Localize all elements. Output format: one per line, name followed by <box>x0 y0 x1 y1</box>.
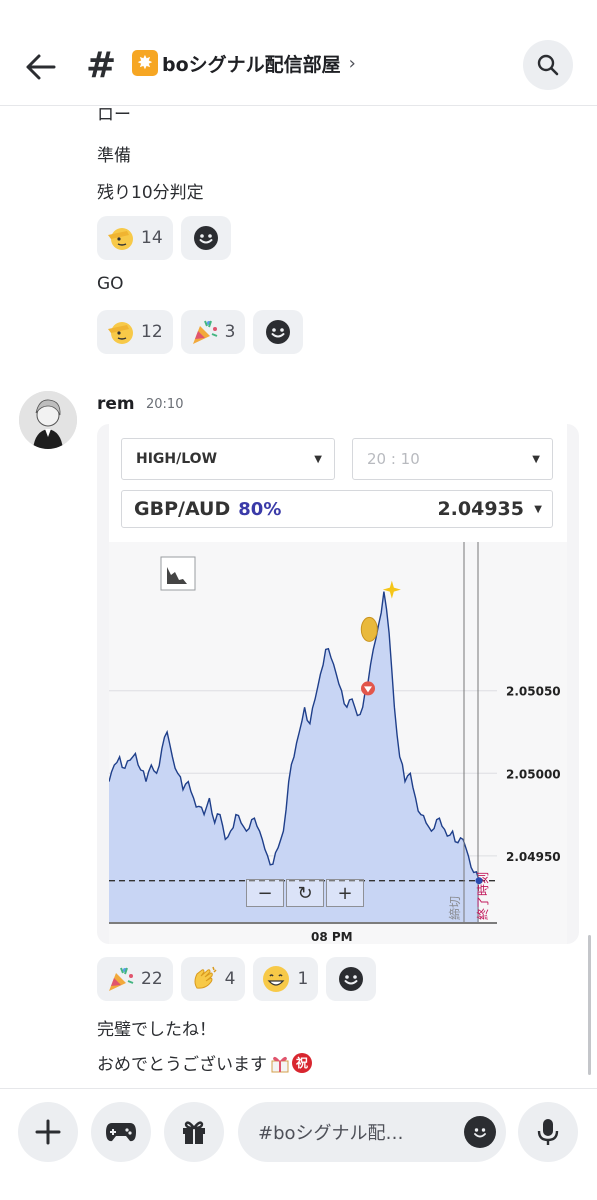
reaction-grin[interactable]: 1 <box>253 957 319 1001</box>
zoom-in-button: + <box>326 879 364 907</box>
message-line: 準備 <box>97 146 131 166</box>
message-input[interactable]: #boシグナル配… <box>238 1102 506 1162</box>
add-reaction-button[interactable] <box>180 216 231 260</box>
smiley-icon <box>339 967 364 991</box>
coin-icon <box>360 616 378 642</box>
close-time-label: 締切 <box>447 896 462 920</box>
smiley-icon <box>193 226 218 250</box>
reaction-clap[interactable]: 4 <box>180 957 246 1001</box>
saluting-face-icon <box>105 317 135 347</box>
gift-icon <box>183 1121 205 1144</box>
channel-name: boシグナル配信部屋 <box>162 53 341 76</box>
add-attachment-button[interactable] <box>18 1102 78 1162</box>
end-point-marker <box>475 877 483 885</box>
search-button[interactable] <box>523 40 573 90</box>
reaction-bar: 12 3 <box>97 310 304 354</box>
reaction-count: 4 <box>224 969 236 989</box>
smiley-icon <box>266 320 291 344</box>
reaction-bar: 22 4 1 <box>97 957 377 1001</box>
message-input-placeholder: #boシグナル配… <box>258 1123 404 1144</box>
party-popper-icon <box>189 317 219 347</box>
clapping-hands-icon <box>189 964 219 994</box>
reaction-bar: 14 <box>97 216 231 260</box>
y-tick-label: 2.05000 <box>506 767 561 781</box>
message-line: 完璧でしたね！ <box>97 1020 216 1040</box>
plus-icon <box>35 1119 61 1145</box>
grinning-face-icon <box>261 964 291 994</box>
reaction-party[interactable]: 22 <box>97 957 173 1001</box>
trade-screenshot: HIGH/LOW ▼ 20 : 10 ▼ GBP/AUD 80% 2.04935… <box>109 424 567 944</box>
channel-header: # ✸ boシグナル配信部屋 › <box>0 0 597 106</box>
message-timestamp: 20:10 <box>146 397 184 412</box>
payout-rate: 80% <box>238 498 282 520</box>
zoom-controls: − ↻ + <box>246 879 366 907</box>
y-tick-label: 2.04950 <box>506 850 561 864</box>
image-attachment[interactable]: HIGH/LOW ▼ 20 : 10 ▼ GBP/AUD 80% 2.04935… <box>97 424 579 944</box>
reset-zoom-icon: ↻ <box>286 879 324 907</box>
back-button[interactable] <box>20 46 62 88</box>
message-line-partial: ロー <box>97 108 131 124</box>
option-type-select: HIGH/LOW ▼ <box>121 438 335 480</box>
chevron-right-icon: › <box>348 52 356 74</box>
current-price: 2.04935 <box>437 498 524 520</box>
dropdown-arrow-icon: ▼ <box>534 503 542 515</box>
reaction-count: 1 <box>297 969 309 989</box>
microphone-icon <box>537 1119 559 1145</box>
y-tick-label: 2.05050 <box>506 685 561 699</box>
add-reaction-button[interactable] <box>253 310 304 354</box>
expiry-value: 20 : 10 <box>367 450 420 468</box>
message-line: 残り10分判定 <box>97 183 204 203</box>
channel-title[interactable]: ✸ boシグナル配信部屋 › <box>132 48 356 78</box>
dropdown-arrow-icon: ▼ <box>314 453 322 465</box>
scrollbar[interactable] <box>588 935 591 1075</box>
zoom-out-button: − <box>246 879 284 907</box>
party-popper-icon <box>105 964 135 994</box>
reaction-count: 14 <box>141 228 163 248</box>
explosion-icon: ✸ <box>132 50 158 76</box>
reaction-party[interactable]: 3 <box>180 310 246 354</box>
chart-type-icon <box>160 556 196 591</box>
smiley-icon <box>474 1128 486 1138</box>
gift-button[interactable] <box>164 1102 224 1162</box>
x-tick-label: 08 PM <box>311 930 353 944</box>
reaction-count: 12 <box>141 322 163 342</box>
gamepad-icon <box>106 1123 136 1142</box>
dropdown-arrow-icon: ▼ <box>532 453 540 465</box>
asset-name: GBP/AUD <box>134 498 231 520</box>
asset-select: GBP/AUD 80% 2.04935 ▼ <box>121 490 553 528</box>
search-icon <box>537 54 559 76</box>
saluting-face-icon <box>105 223 135 253</box>
activities-button[interactable] <box>91 1102 151 1162</box>
reaction-salute[interactable]: 12 <box>97 310 173 354</box>
avatar[interactable] <box>19 391 77 449</box>
author-name[interactable]: rem <box>97 394 135 414</box>
reaction-count: 3 <box>224 322 236 342</box>
option-type-value: HIGH/LOW <box>136 451 218 467</box>
message-line: おめでとうございます 祝 <box>97 1050 312 1075</box>
hash-icon: # <box>86 45 117 86</box>
add-reaction-button[interactable] <box>326 957 377 1001</box>
ribbon-gift-icon <box>269 1052 291 1074</box>
user-portrait-icon <box>19 391 77 449</box>
voice-message-button[interactable] <box>518 1102 578 1162</box>
message-text: おめでとうございます <box>97 1055 267 1075</box>
expiry-select: 20 : 10 ▼ <box>352 438 553 480</box>
reaction-salute[interactable]: 14 <box>97 216 173 260</box>
message-composer-bar: #boシグナル配… <box>0 1088 597 1200</box>
arrow-left-icon <box>26 54 56 80</box>
emoji-picker-button[interactable] <box>464 1116 496 1148</box>
reaction-count: 22 <box>141 969 163 989</box>
message-line: GO <box>97 274 124 294</box>
celebration-badge: 祝 <box>292 1052 312 1073</box>
